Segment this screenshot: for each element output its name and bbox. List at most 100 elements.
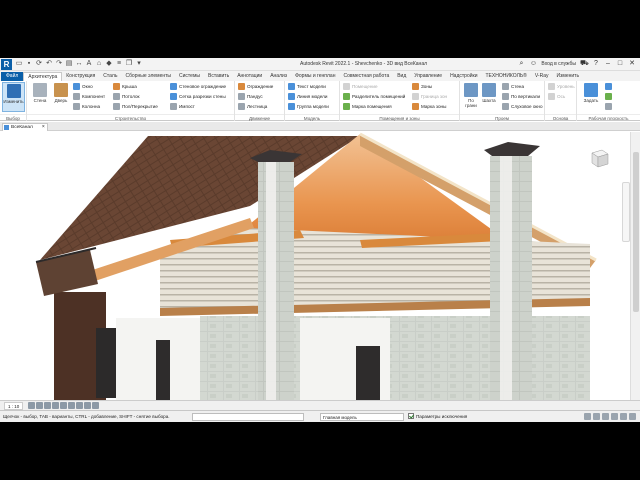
sun-path-icon[interactable]: [44, 402, 51, 409]
tab-analyze[interactable]: Анализ: [266, 72, 291, 81]
viewcube-icon[interactable]: [588, 146, 612, 170]
signin-link[interactable]: Вход в службы: [541, 61, 576, 67]
stair-button[interactable]: Лестница: [238, 102, 273, 111]
model-group-button[interactable]: Группа модели: [288, 102, 329, 111]
wall-button[interactable]: Стена: [30, 82, 50, 112]
dormer-opening-button[interactable]: Слуховое окно: [502, 102, 543, 111]
lock-view-icon[interactable]: [84, 402, 91, 409]
show-crop-icon[interactable]: [76, 402, 83, 409]
set-workplane-button[interactable]: Задать: [581, 82, 601, 112]
print-icon[interactable]: ▤: [65, 60, 73, 68]
model-text-button[interactable]: Текст модели: [288, 82, 329, 91]
customize-qat-icon[interactable]: ▾: [135, 60, 143, 68]
minimize-icon[interactable]: –: [604, 60, 612, 68]
room-separator-button[interactable]: Разделитель помещений: [343, 92, 405, 101]
viewer-button[interactable]: [605, 102, 612, 111]
tab-collaborate[interactable]: Совместная работа: [339, 72, 393, 81]
sync-icon[interactable]: ⟳: [35, 60, 43, 68]
revit-logo-icon[interactable]: R: [1, 59, 12, 70]
tab-technonicol[interactable]: ТЕХНОНИКОЛЬ®: [482, 72, 531, 81]
tab-view[interactable]: Вид: [393, 72, 410, 81]
maximize-icon[interactable]: □: [616, 60, 624, 68]
view-scale[interactable]: 1 : 10: [4, 402, 24, 410]
component-button[interactable]: Компонент: [73, 92, 105, 101]
filter-icon[interactable]: [629, 413, 636, 420]
window-button[interactable]: Окно: [73, 82, 105, 91]
shaft-button[interactable]: Шахта: [480, 82, 498, 112]
mullion-button[interactable]: Импост: [170, 102, 226, 111]
column-button[interactable]: Колонна: [73, 102, 105, 111]
railing-button[interactable]: Ограждение: [238, 82, 273, 91]
select-by-face-icon[interactable]: [611, 413, 618, 420]
exclude-options-checkbox[interactable]: [408, 413, 414, 419]
design-option-field[interactable]: Главная модель: [320, 413, 404, 421]
model-line-button[interactable]: Линия модели: [288, 92, 329, 101]
3d-view-icon[interactable]: ⌂: [95, 60, 103, 68]
close-view-icon[interactable]: ×: [42, 124, 45, 131]
tab-architecture[interactable]: Архитектура: [23, 72, 63, 81]
vertical-opening-button[interactable]: По вертикали: [502, 92, 543, 101]
select-pinned-icon[interactable]: [602, 413, 609, 420]
navigation-bar[interactable]: [622, 182, 630, 242]
workset-field[interactable]: [192, 413, 304, 421]
render-icon[interactable]: [60, 402, 67, 409]
vertical-scrollbar[interactable]: [630, 132, 640, 400]
tab-manage[interactable]: Управление: [410, 72, 446, 81]
crop-view-icon[interactable]: [68, 402, 75, 409]
by-face-button[interactable]: По грани: [462, 82, 480, 112]
detail-level-icon[interactable]: [28, 402, 35, 409]
switch-windows-icon[interactable]: ❐: [125, 60, 133, 68]
panel-select-title[interactable]: Выбор: [0, 114, 26, 121]
curtain-system-button[interactable]: Стеновое ограждение: [170, 82, 226, 91]
wall-opening-button[interactable]: Стена: [502, 82, 543, 91]
curtain-grid-button[interactable]: Сетка разрезки стены: [170, 92, 226, 101]
thin-lines-icon[interactable]: ≡: [115, 60, 123, 68]
search-icon[interactable]: ⌕: [517, 60, 525, 68]
undo-icon[interactable]: ↶: [45, 60, 53, 68]
section-icon[interactable]: ◆: [105, 60, 113, 68]
tab-file[interactable]: Файл: [1, 72, 24, 81]
area-tag-button[interactable]: Марка зоны: [412, 102, 447, 111]
save-icon[interactable]: ▪: [25, 60, 33, 68]
area-boundary-button[interactable]: Граница зон: [412, 92, 447, 101]
text-icon[interactable]: A: [85, 60, 93, 68]
room-button[interactable]: Помещение: [343, 82, 405, 91]
tab-systems[interactable]: Системы: [175, 72, 204, 81]
3d-viewport[interactable]: [0, 132, 630, 400]
tab-insert[interactable]: Вставить: [204, 72, 233, 81]
drag-elements-icon[interactable]: [620, 413, 627, 420]
visual-style-icon[interactable]: [36, 402, 43, 409]
tab-annotate[interactable]: Аннотации: [233, 72, 266, 81]
room-tag-button[interactable]: Марка помещения: [343, 102, 405, 111]
tab-steel[interactable]: Сталь: [99, 72, 121, 81]
temp-hide-icon[interactable]: [92, 402, 99, 409]
show-workplane-button[interactable]: [605, 82, 612, 91]
redo-icon[interactable]: ↷: [55, 60, 63, 68]
ramp-button[interactable]: Пандус: [238, 92, 273, 101]
help-icon[interactable]: ?: [592, 60, 600, 68]
floor-button[interactable]: Пол/Перекрытие: [113, 102, 158, 111]
select-links-icon[interactable]: [584, 413, 591, 420]
tab-massing-site[interactable]: Формы и генплан: [291, 72, 339, 81]
ceiling-button[interactable]: Потолок: [113, 92, 158, 101]
exclude-options-toggle[interactable]: Параметры исключения: [408, 413, 467, 419]
level-button[interactable]: Уровень: [548, 82, 575, 91]
user-icon[interactable]: ☺: [529, 60, 537, 68]
open-icon[interactable]: ▭: [15, 60, 23, 68]
panel-build-title[interactable]: Строительство: [27, 114, 234, 121]
view-tab-3d[interactable]: ВсеКанал ×: [2, 123, 48, 131]
scrollbar-thumb[interactable]: [633, 152, 639, 312]
tab-vray[interactable]: V-Ray: [531, 72, 553, 81]
tab-addins[interactable]: Надстройки: [446, 72, 481, 81]
close-icon[interactable]: ✕: [628, 60, 636, 68]
area-button[interactable]: Зоны: [412, 82, 447, 91]
measure-icon[interactable]: ↔: [75, 60, 83, 68]
shadows-icon[interactable]: [52, 402, 59, 409]
tab-structure[interactable]: Конструкция: [62, 72, 99, 81]
select-underlay-icon[interactable]: [593, 413, 600, 420]
tab-precast[interactable]: Сборные элементы: [121, 72, 175, 81]
ref-plane-button[interactable]: [605, 92, 612, 101]
door-button[interactable]: Дверь: [51, 82, 71, 112]
modify-button[interactable]: Изменить: [2, 82, 25, 112]
grid-button[interactable]: Ось: [548, 92, 575, 101]
